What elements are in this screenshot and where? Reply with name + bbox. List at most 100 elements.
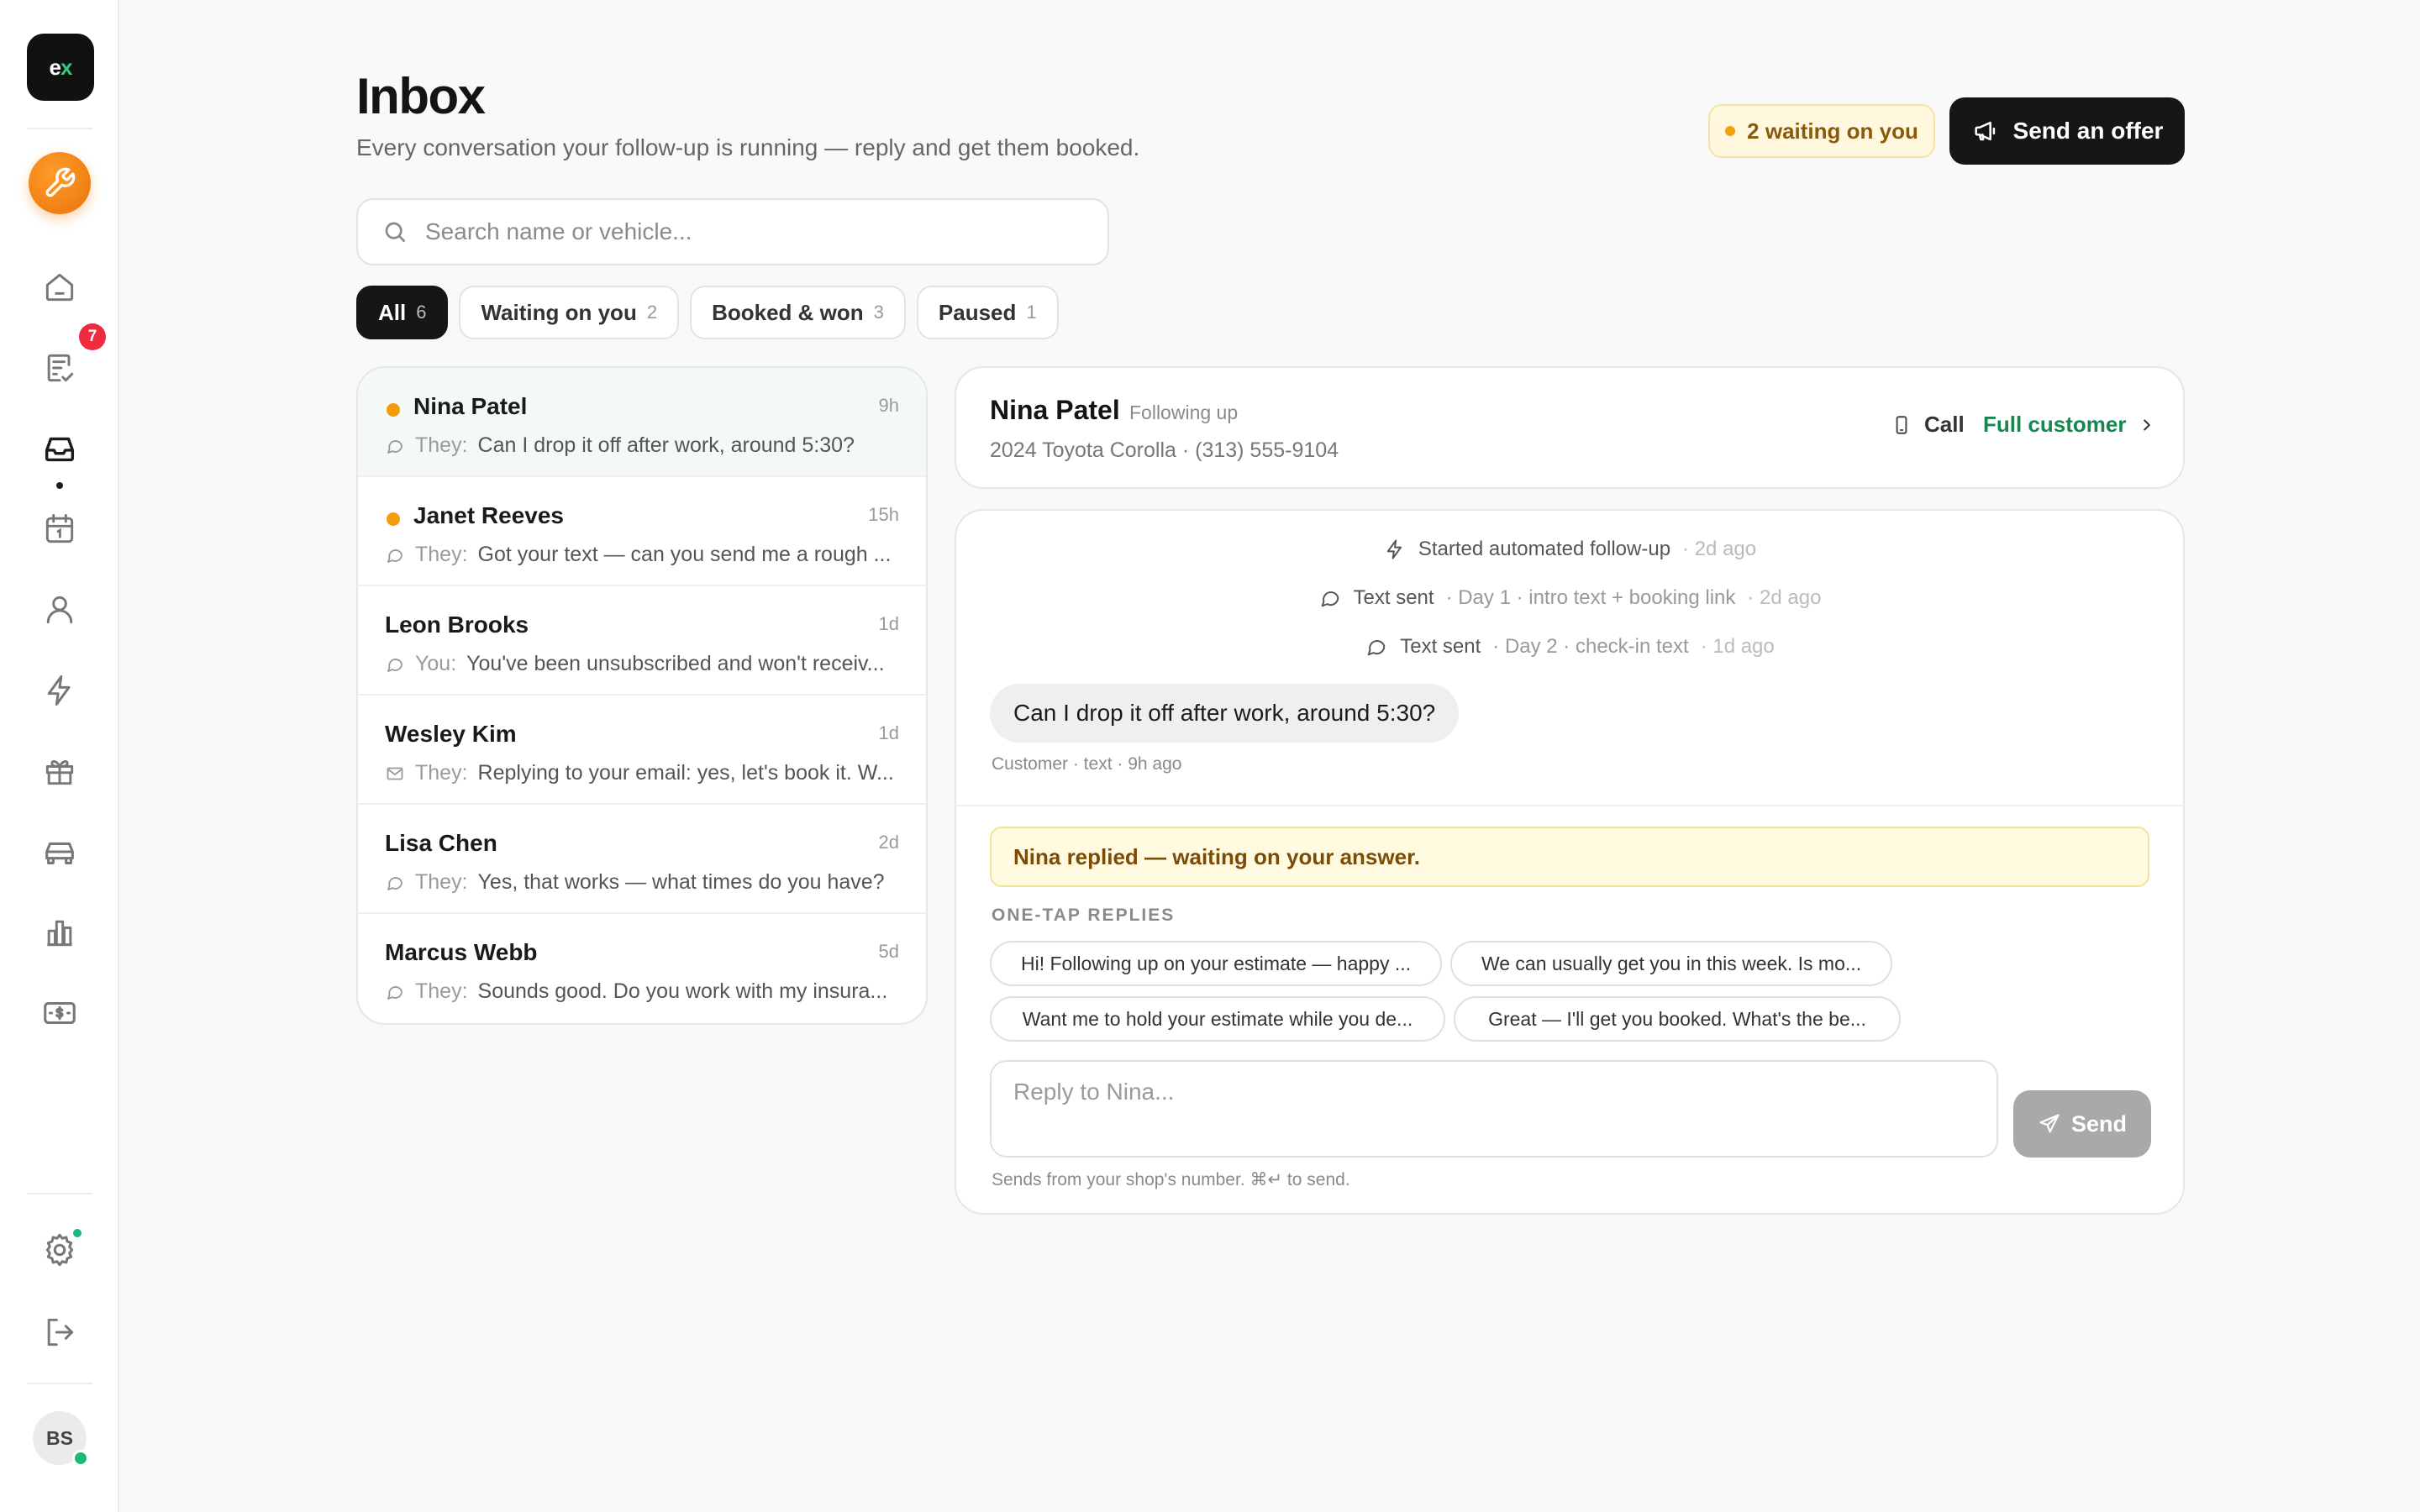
conversation-row[interactable]: Nina Patel 9h They: Can I drop it off af…	[358, 368, 926, 477]
conversation-header: Nina Patel Following up 2024 Toyota Coro…	[955, 366, 2185, 489]
event-label: Started automated follow-up	[1418, 538, 1671, 560]
search-box	[356, 198, 1109, 265]
conversation-preview: They: Sounds good. Do you work with my i…	[385, 979, 902, 1004]
conversation-row[interactable]: Marcus Webb 5d They: Sounds good. Do you…	[358, 914, 926, 1023]
search-icon	[381, 218, 408, 245]
megaphone-icon	[1971, 117, 2000, 145]
preview-text: Got your text — can you send me a rough …	[477, 543, 892, 566]
filter-paused[interactable]: Paused 1	[916, 286, 1059, 339]
chat-icon	[1365, 635, 1388, 659]
bolt-icon	[1383, 538, 1407, 561]
conversation-preview: They: Can I drop it off after work, arou…	[385, 433, 902, 458]
conversation-row[interactable]: Wesley Kim 1d They: Replying to your ema…	[358, 696, 926, 805]
preview-sender: You:	[415, 652, 457, 675]
send-button[interactable]: Send	[2013, 1090, 2151, 1158]
conversation-time: 5d	[878, 941, 899, 962]
chart-icon	[41, 914, 78, 951]
quick-action-button[interactable]	[29, 152, 91, 214]
conversation-time: 1d	[878, 613, 899, 634]
home-icon	[41, 269, 78, 306]
filter-tabs: All 6 Waiting on you 2 Booked & won 3 Pause…	[356, 286, 1059, 339]
waiting-alert: Nina replied — waiting on your answer.	[990, 827, 2149, 887]
chat-icon	[1318, 586, 1342, 610]
estimates-icon	[41, 349, 78, 386]
send-offer-button[interactable]: Send an offer	[1949, 97, 2185, 165]
filter-count: 1	[1026, 302, 1037, 323]
conversation-time: 9h	[878, 395, 899, 416]
conversation-name: Janet Reeves	[413, 502, 565, 528]
unread-dot-icon	[387, 403, 400, 417]
notification-badge: 7	[79, 323, 106, 350]
event-time: · 1d ago	[1700, 635, 1775, 658]
unread-dot-icon	[387, 512, 400, 526]
sidebar-item-customers[interactable]	[26, 576, 93, 643]
timeline-event: Started automated follow-up · 2d ago	[956, 538, 2183, 561]
full-customer-link[interactable]: Full customer	[1983, 412, 2156, 438]
car-icon	[40, 832, 79, 871]
quick-reply-chip[interactable]: We can usually get you in this week. Is …	[1450, 941, 1892, 986]
money-icon	[40, 994, 79, 1032]
message-bubble: Can I drop it off after work, around 5:3…	[990, 684, 1460, 743]
conversation-name: Marcus Webb	[385, 939, 538, 965]
sidebar-item-vehicles[interactable]	[26, 818, 93, 885]
preview-text: Can I drop it off after work, around 5:3…	[477, 433, 855, 457]
preview-text: Replying to your email: yes, let's book …	[477, 761, 894, 785]
filter-count: 6	[416, 302, 427, 323]
sidebar-item-automations[interactable]	[26, 657, 93, 724]
chat-icon	[385, 873, 405, 893]
waiting-badge[interactable]: 2 waiting on you	[1708, 104, 1935, 158]
sidebar-item-reports[interactable]	[26, 899, 93, 966]
send-offer-label: Send an offer	[2012, 118, 2164, 144]
sidebar-item-payments[interactable]	[26, 979, 93, 1047]
conversation-time: 1d	[878, 722, 899, 743]
sidebar-item-inbox[interactable]	[26, 415, 93, 482]
preview-text: You've been unsubscribed and won't recei…	[466, 652, 885, 675]
conversation-thread: Started automated follow-up · 2d ago Tex…	[955, 509, 2185, 1215]
send-hint: Sends from your shop's number. ⌘↵ to sen…	[992, 1170, 1350, 1189]
customer-name: Nina Patel	[990, 395, 1120, 425]
sidebar-item-calendar[interactable]	[26, 496, 93, 563]
conversation-preview: You: You've been unsubscribed and won't …	[385, 652, 902, 676]
preview-sender: They:	[415, 870, 468, 894]
call-label: Call	[1924, 412, 1965, 437]
quick-reply-chip[interactable]: Great — I'll get you booked. What's the …	[1454, 996, 1901, 1042]
sidebar-item-home[interactable]	[26, 254, 93, 321]
settings-status-dot	[71, 1226, 84, 1240]
waiting-label: 2 waiting on you	[1747, 118, 1918, 144]
chat-icon	[385, 545, 405, 565]
reply-input[interactable]	[992, 1062, 1996, 1156]
timeline-event: Text sent · Day 2 · check-in text · 1d a…	[956, 635, 2183, 659]
event-time: · 2d ago	[1747, 586, 1822, 609]
wrench-icon	[43, 166, 76, 200]
sidebar-divider	[27, 128, 92, 129]
waiting-dot-icon	[1725, 126, 1736, 136]
conversation-time: 15h	[868, 504, 899, 525]
conversation-name: Leon Brooks	[385, 612, 529, 638]
reply-box	[990, 1060, 1998, 1158]
sidebar-item-offers[interactable]	[26, 738, 93, 805]
sidebar-item-settings[interactable]	[26, 1216, 93, 1284]
conversation-row[interactable]: Leon Brooks 1d You: You've been unsubscr…	[358, 586, 926, 696]
conversation-row[interactable]: Lisa Chen 2d They: Yes, that works — wha…	[358, 805, 926, 914]
sidebar-item-logout[interactable]	[26, 1299, 93, 1366]
quick-reply-chip[interactable]: Hi! Following up on your estimate — happ…	[990, 941, 1442, 986]
filter-label: Booked & won	[712, 299, 864, 325]
preview-text: Sounds good. Do you work with my insura.…	[477, 979, 888, 1003]
call-button[interactable]: Call	[1891, 412, 1965, 438]
app-logo[interactable]: ex	[27, 34, 94, 101]
conversation-preview: They: Got your text — can you send me a …	[385, 543, 902, 567]
filter-booked[interactable]: Booked & won 3	[690, 286, 906, 339]
conversation-row[interactable]: Janet Reeves 15h They: Got your text — c…	[358, 477, 926, 586]
user-icon	[41, 591, 78, 628]
quick-reply-chip[interactable]: Want me to hold your estimate while you …	[990, 996, 1445, 1042]
logout-icon	[41, 1314, 78, 1351]
event-meta: · Day 2 · check-in text	[1492, 635, 1689, 658]
filter-label: Paused	[938, 299, 1017, 325]
event-meta: · Day 1 · intro text + booking link	[1445, 586, 1736, 609]
filter-all[interactable]: All 6	[356, 286, 449, 339]
conversation-time: 2d	[878, 832, 899, 853]
quick-replies-label: ONE-TAP REPLIES	[992, 906, 1176, 925]
preview-sender: They:	[415, 979, 468, 1003]
filter-waiting[interactable]: Waiting on you 2	[459, 286, 680, 339]
search-input[interactable]	[425, 218, 1064, 245]
